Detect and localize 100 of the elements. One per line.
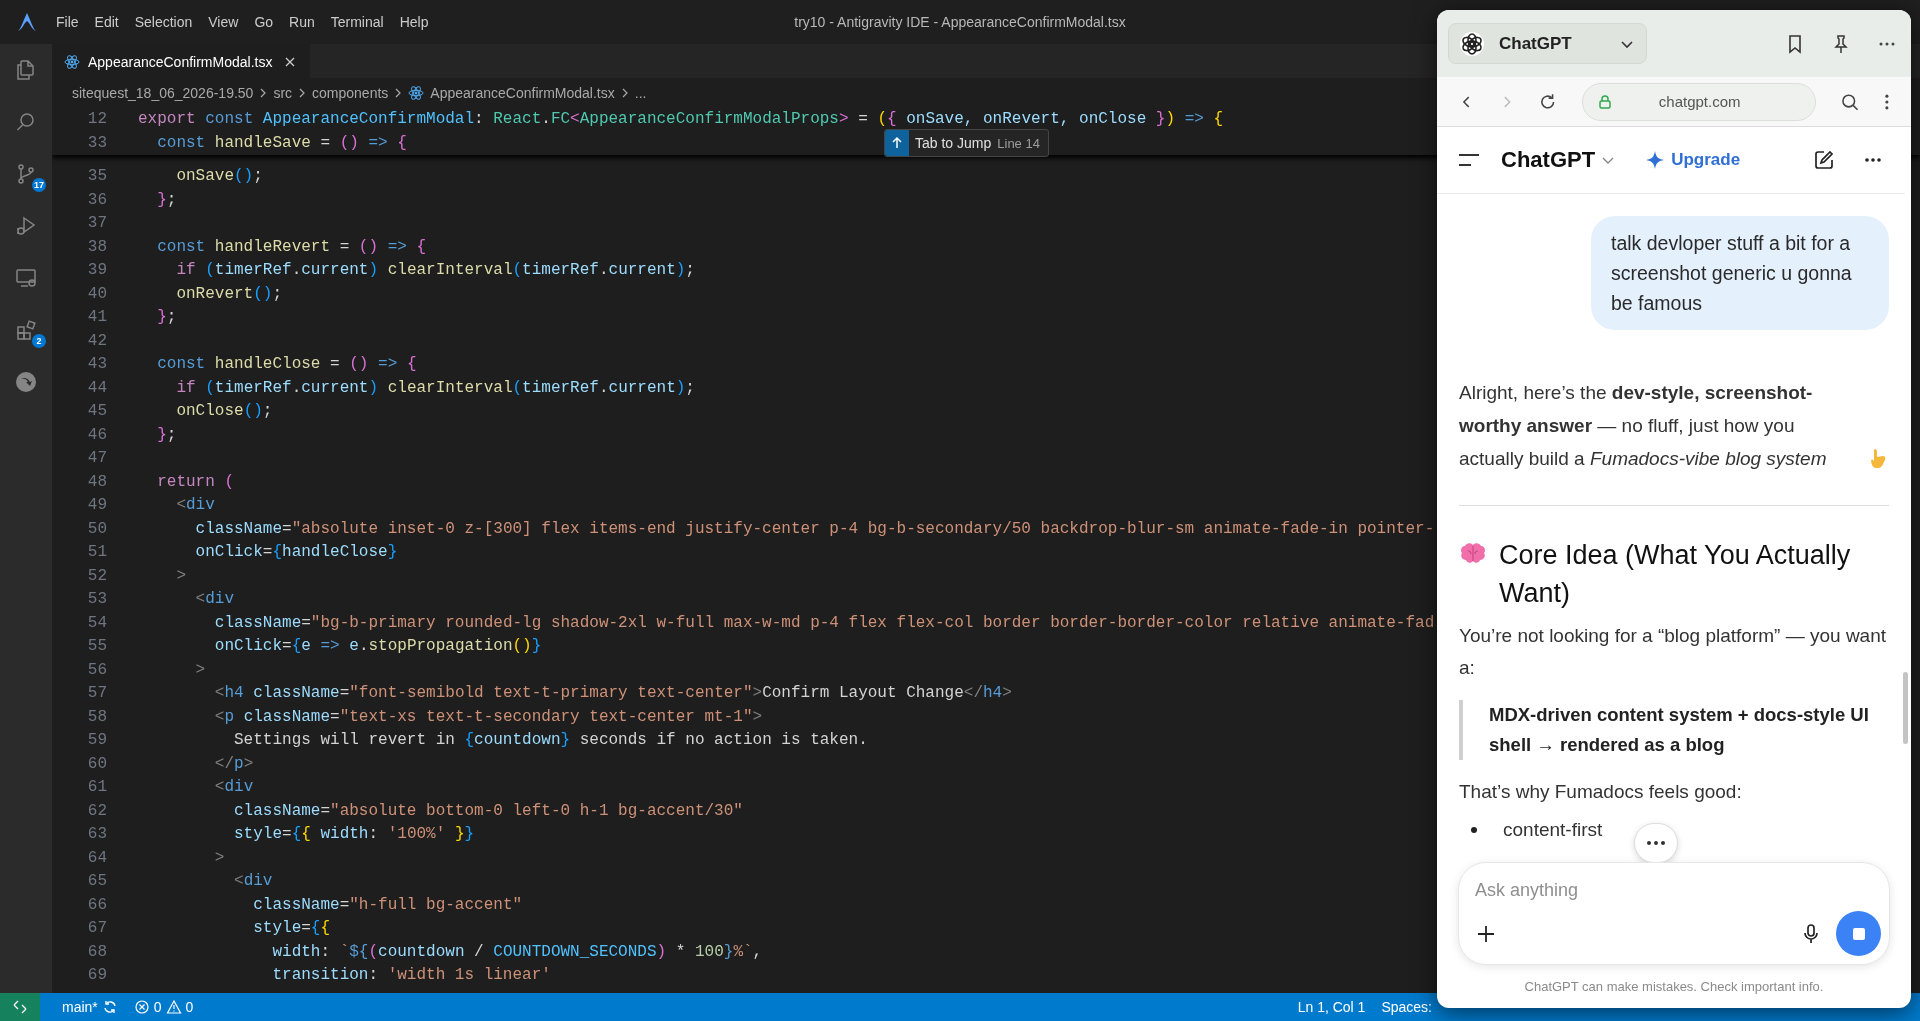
breadcrumb-item[interactable]: AppearanceConfirmModal.tsx bbox=[430, 85, 615, 101]
scrollbar-thumb[interactable] bbox=[1903, 672, 1908, 744]
edit-icon[interactable] bbox=[1813, 149, 1835, 171]
line-number: 53 bbox=[86, 589, 107, 610]
list-item-text: content-first bbox=[1503, 818, 1603, 842]
bullet-icon bbox=[1471, 827, 1477, 833]
menu-item[interactable]: Help bbox=[391, 10, 437, 34]
line-number: 43 bbox=[86, 354, 107, 375]
section-heading: Core Idea (What You Actually Want) bbox=[1499, 539, 1852, 610]
message-field[interactable]: Ask anything bbox=[1475, 873, 1675, 907]
breadcrumb-item[interactable]: ... bbox=[634, 85, 647, 101]
code-line: const handleSave = () => { bbox=[156, 132, 407, 154]
pin-icon[interactable] bbox=[1831, 33, 1851, 54]
browser-tab[interactable]: ChatGPT bbox=[1448, 23, 1647, 64]
answer-text: You’re not looking for a “blog platform” — you want a: bbox=[1459, 624, 1888, 680]
search-icon[interactable] bbox=[1839, 91, 1860, 112]
menu-item[interactable]: Run bbox=[281, 10, 323, 34]
code-line: export const AppearanceConfirmModal: React.FC<AppearanceConfirmModalProps> = ({ onSave, onRevert, onClose }) => { bbox=[138, 109, 1224, 130]
code-line: const handleClose = () => { bbox=[156, 354, 417, 375]
remote-icon bbox=[12, 999, 28, 1015]
upgrade-button[interactable]: Upgrade bbox=[1645, 150, 1741, 170]
line-number: 46 bbox=[86, 424, 107, 446]
line-number: 54 bbox=[86, 612, 107, 634]
menu-item[interactable]: File bbox=[48, 10, 87, 34]
menu-item[interactable]: Selection bbox=[126, 10, 201, 34]
more-icon bbox=[1645, 839, 1667, 847]
line-number: 12 bbox=[86, 109, 107, 130]
line-number: 42 bbox=[86, 330, 107, 352]
menu-item[interactable]: Go bbox=[246, 10, 282, 34]
code-line: className="absolute bottom-0 left-0 h-1 bg-accent/30" bbox=[233, 800, 743, 822]
stop-button[interactable] bbox=[1836, 911, 1881, 956]
line-number: 58 bbox=[86, 706, 107, 728]
line-number: 49 bbox=[86, 495, 107, 516]
problems-status[interactable]: 0 0 bbox=[125, 993, 202, 1021]
line-number: 63 bbox=[86, 824, 107, 845]
code-line: <div bbox=[213, 777, 254, 798]
code-line: }; bbox=[156, 424, 177, 446]
menu-item[interactable]: Edit bbox=[86, 10, 127, 34]
code-line: > bbox=[175, 565, 186, 587]
line-number: 35 bbox=[86, 166, 107, 187]
line-number: 36 bbox=[86, 189, 107, 211]
count-badge: 2 bbox=[32, 334, 46, 348]
code-line: > bbox=[194, 659, 206, 681]
line-number: 66 bbox=[86, 894, 107, 916]
line-number: 59 bbox=[86, 730, 107, 751]
branch-status[interactable]: main* bbox=[54, 993, 126, 1021]
code-line: className="absolute inset-0 z-[300] flex items-end justify-center p-4 bg-b-secondary/50 backdrop-blur-sm animate-fade-in pointer- bbox=[194, 518, 1435, 540]
blocks-icon[interactable] bbox=[14, 318, 38, 342]
code-line: onClick={e => e.stopPropagation()} bbox=[213, 636, 542, 657]
code-line: width: `${(countdown / COUNTDOWN_SECONDS) * 100}%`, bbox=[271, 941, 763, 963]
line-number: 69 bbox=[86, 965, 107, 986]
window-title: try10 - Antigravity IDE - AppearanceConfirmModal.tsx bbox=[794, 14, 1126, 30]
cursor-position[interactable]: Ln 1, Col 1 bbox=[1289, 993, 1374, 1021]
line-number: 68 bbox=[86, 941, 107, 963]
warning-icon bbox=[165, 999, 182, 1015]
code-line: return ( bbox=[156, 471, 235, 493]
dots-button[interactable] bbox=[1634, 823, 1678, 862]
breadcrumb-item[interactable]: components bbox=[312, 85, 389, 101]
code-line: onClose(); bbox=[175, 401, 273, 422]
address-field[interactable]: chatgpt.com bbox=[1581, 82, 1816, 121]
count-badge: 17 bbox=[32, 178, 46, 192]
code-line: <div bbox=[233, 871, 273, 892]
line-number: 41 bbox=[86, 307, 107, 328]
breadcrumb-item[interactable]: src bbox=[273, 85, 293, 101]
atom-icon bbox=[408, 85, 425, 101]
disclaimer-text: ChatGPT can make mistakes. Check important info. bbox=[1523, 978, 1825, 996]
code-line: className="bg-b-primary rounded-lg shadow-2xl w-full max-w-md p-4 flex flex-col border border-border-color relative animate-fad bbox=[213, 612, 1435, 634]
hint-detail: Line 14 bbox=[997, 135, 1040, 151]
code-line: if (timerRef.current) clearInterval(timerRef.current); bbox=[175, 260, 695, 281]
code-line: style={{ width: '100%' }} bbox=[233, 824, 475, 845]
answer-text: That’s why Fumadocs feels good: bbox=[1459, 780, 1743, 804]
model-selector[interactable]: ChatGPT bbox=[1501, 147, 1616, 173]
monitor-icon[interactable] bbox=[14, 266, 38, 290]
error-icon bbox=[133, 999, 150, 1015]
code-line: <div bbox=[175, 495, 215, 516]
code-line: Settings will revert in {countdown} seconds if no action is taken. bbox=[233, 730, 868, 751]
run-debug-icon[interactable] bbox=[14, 214, 38, 238]
code-line: <div bbox=[194, 589, 235, 610]
logo-icon bbox=[1459, 30, 1485, 57]
line-number: 48 bbox=[86, 471, 107, 493]
line-number: 44 bbox=[86, 377, 107, 399]
code-line: onSave(); bbox=[175, 166, 263, 187]
line-number: 52 bbox=[86, 565, 107, 587]
stop-icon bbox=[1850, 925, 1867, 942]
hint-label: Tab to Jump bbox=[915, 135, 992, 151]
code-line: }; bbox=[156, 307, 177, 328]
code-line: className="h-full bg-accent" bbox=[252, 894, 523, 916]
line-number: 57 bbox=[86, 683, 107, 704]
line-number: 37 bbox=[86, 213, 107, 234]
menu-item[interactable]: View bbox=[200, 10, 247, 34]
editor-tab[interactable]: AppearanceConfirmModal.tsx bbox=[52, 44, 311, 78]
indentation-status[interactable]: Spaces: bbox=[1373, 993, 1440, 1021]
code-line: onClick={handleClose} bbox=[194, 542, 398, 563]
line-number: 39 bbox=[86, 260, 107, 281]
atom-icon bbox=[64, 53, 80, 70]
sync-icon bbox=[101, 999, 118, 1015]
line-number: 62 bbox=[86, 800, 107, 822]
menu-item[interactable]: Terminal bbox=[322, 10, 392, 34]
breadcrumb-item[interactable]: sitequest_18_06_2026-19.50 bbox=[72, 85, 254, 101]
lock-icon bbox=[1596, 93, 1613, 110]
